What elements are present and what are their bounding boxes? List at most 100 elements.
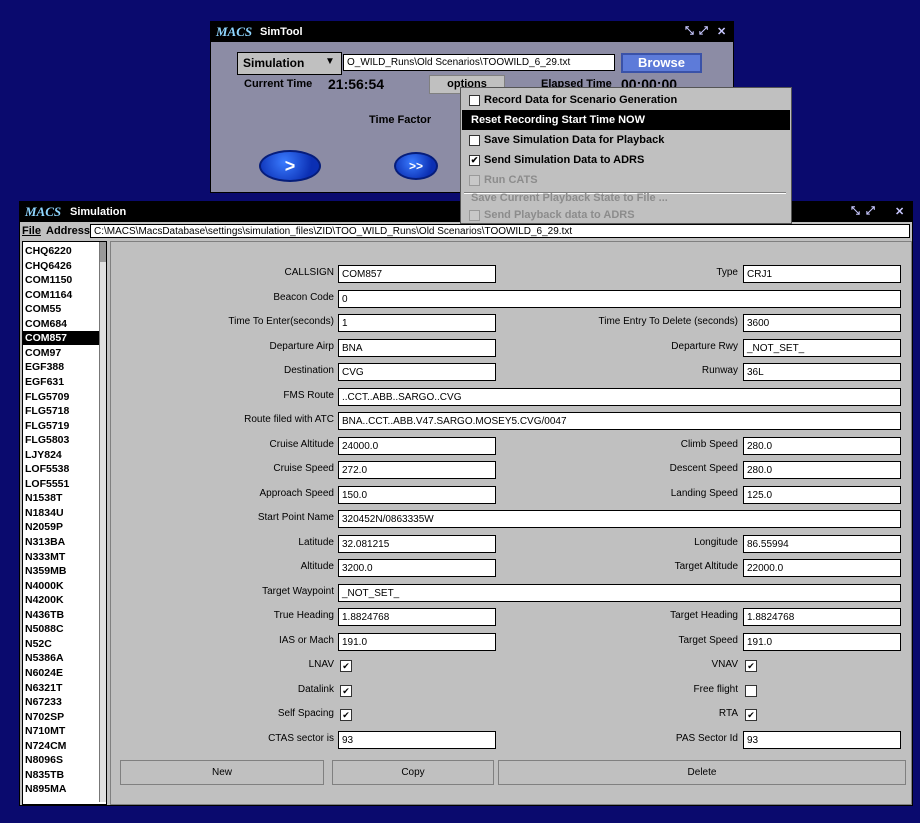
approach-speed-label: Approach Speed <box>259 487 334 499</box>
ctas-sector-field[interactable]: 93 <box>338 730 496 749</box>
self-spacing-checkbox[interactable]: ✔ <box>340 709 352 721</box>
start-point-field[interactable]: 320452N/0863335W <box>338 510 901 528</box>
list-item[interactable]: N436TB <box>23 608 99 622</box>
datalink-checkbox[interactable]: ✔ <box>340 684 352 697</box>
list-item[interactable]: FLG5718 <box>23 404 99 418</box>
descent-speed-field[interactable]: 280.0 <box>743 461 901 479</box>
latitude-field[interactable]: 32.081215 <box>338 534 496 553</box>
list-item[interactable]: N6321T <box>23 681 99 695</box>
list-item[interactable]: N724CM <box>23 739 99 753</box>
target-speed-field[interactable]: 191.0 <box>743 632 901 651</box>
beacon-field[interactable]: 0 <box>338 289 901 308</box>
type-field[interactable]: CRJ1 <box>743 265 901 283</box>
target-heading-field[interactable]: 1.8824768 <box>743 608 901 626</box>
cruise-alt-field[interactable]: 24000.0 <box>338 436 496 455</box>
list-item[interactable]: EGF631 <box>23 375 99 389</box>
maximize-icon[interactable]: ⤢ <box>699 25 708 38</box>
delete-button[interactable]: Delete <box>498 760 906 785</box>
list-item[interactable]: N5386A <box>23 651 99 665</box>
dep-rwy-field[interactable]: _NOT_SET_ <box>743 338 901 357</box>
list-item[interactable]: COM55 <box>23 302 99 316</box>
list-item[interactable]: LJY824 <box>23 448 99 462</box>
destination-field[interactable]: CVG <box>338 363 496 381</box>
list-item[interactable]: EGF388 <box>23 360 99 374</box>
ias-mach-field[interactable]: 191.0 <box>338 632 496 651</box>
fms-route-field[interactable]: ..CCT..ABB..SARGO..CVG <box>338 387 901 406</box>
altitude-field[interactable]: 3200.0 <box>338 559 496 577</box>
list-item[interactable]: N1834U <box>23 506 99 520</box>
longitude-label: Longitude <box>694 536 738 548</box>
list-item[interactable]: COM684 <box>23 317 99 331</box>
fast-forward-button[interactable]: >> <box>394 152 438 180</box>
climb-speed-field[interactable]: 280.0 <box>743 436 901 455</box>
vnav-checkbox[interactable]: ✔ <box>745 660 757 672</box>
list-item[interactable]: COM97 <box>23 346 99 360</box>
menu-item-reset-recording[interactable]: Reset Recording Start Time NOW <box>462 110 790 130</box>
list-item[interactable]: N2059P <box>23 520 99 534</box>
list-item[interactable]: COM1150 <box>23 273 99 287</box>
list-item[interactable]: N313BA <box>23 535 99 549</box>
time-delete-field[interactable]: 3600 <box>743 314 901 332</box>
list-item[interactable]: N895MA <box>23 782 99 796</box>
list-item[interactable]: N1538T <box>23 491 99 505</box>
mode-select[interactable]: Simulation ▼ <box>237 52 342 75</box>
rta-checkbox[interactable]: ✔ <box>745 709 757 721</box>
list-item[interactable]: N5088C <box>23 622 99 636</box>
landing-speed-field[interactable]: 125.0 <box>743 485 901 504</box>
browse-button[interactable]: Browse <box>621 53 702 73</box>
pas-sector-field[interactable]: 93 <box>743 730 901 749</box>
cruise-speed-field[interactable]: 272.0 <box>338 461 496 479</box>
menu-item-save-playback[interactable]: Save Simulation Data for Playback <box>462 130 790 150</box>
minimize-icon[interactable]: ⤡ <box>851 205 860 218</box>
list-item[interactable]: N6024E <box>23 666 99 680</box>
play-button[interactable]: > <box>259 150 321 182</box>
free-flight-checkbox[interactable] <box>745 684 757 697</box>
longitude-field[interactable]: 86.55994 <box>743 534 901 553</box>
list-item[interactable]: CHQ6220 <box>23 244 99 258</box>
list-item[interactable]: COM1164 <box>23 288 99 302</box>
minimize-icon[interactable]: ⤡ <box>685 25 694 38</box>
list-item[interactable]: N67233 <box>23 695 99 709</box>
scenario-file-field[interactable]: O_WILD_Runs\Old Scenarios\TOOWILD_6_29.t… <box>343 54 615 71</box>
list-item[interactable]: LOF5551 <box>23 477 99 491</box>
list-item[interactable]: N52C <box>23 637 99 651</box>
menu-item-send-adrs[interactable]: ✔ Send Simulation Data to ADRS <box>462 150 790 170</box>
target-alt-field[interactable]: 22000.0 <box>743 559 901 577</box>
copy-button[interactable]: Copy <box>332 760 494 785</box>
approach-speed-field[interactable]: 150.0 <box>338 485 496 504</box>
list-item[interactable]: N8096S <box>23 753 99 767</box>
list-item[interactable]: FLG5719 <box>23 419 99 433</box>
runway-field[interactable]: 36L <box>743 363 901 381</box>
route-atc-field[interactable]: BNA..CCT..ABB.V47.SARGO.MOSEY5.CVG/0047 <box>338 412 901 430</box>
time-enter-field[interactable]: 1 <box>338 314 496 332</box>
menu-item-record-data[interactable]: Record Data for Scenario Generation <box>462 90 790 110</box>
list-item[interactable]: COM857 <box>23 331 99 346</box>
list-item[interactable]: N835TB <box>23 768 99 782</box>
list-item[interactable]: N710MT <box>23 724 99 738</box>
maximize-icon[interactable]: ⤢ <box>866 205 875 218</box>
target-wp-field[interactable]: _NOT_SET_ <box>338 583 901 602</box>
new-button[interactable]: New <box>120 760 324 785</box>
true-heading-field[interactable]: 1.8824768 <box>338 608 496 626</box>
list-scrollbar[interactable] <box>99 242 106 802</box>
callsign-field[interactable]: COM857 <box>338 265 496 283</box>
list-item[interactable]: N4000K <box>23 579 99 593</box>
address-field[interactable]: C:\MACS\MacsDatabase\settings\simulation… <box>90 224 910 238</box>
list-item[interactable]: LOF5538 <box>23 462 99 476</box>
list-item[interactable]: CHQ6426 <box>23 259 99 273</box>
dep-airp-field[interactable]: BNA <box>338 338 496 357</box>
file-menu[interactable]: File <box>22 225 41 237</box>
list-item[interactable]: N333MT <box>23 550 99 564</box>
list-item[interactable]: FLG5709 <box>23 390 99 404</box>
lnav-checkbox[interactable]: ✔ <box>340 660 352 672</box>
list-item[interactable]: FLG5803 <box>23 433 99 447</box>
free-flight-label: Free flight <box>693 683 738 695</box>
close-icon[interactable]: ✕ <box>895 205 904 218</box>
simtool-titlebar[interactable]: MACS SimTool ⤡ ⤢ ✕ <box>211 22 733 42</box>
list-item[interactable]: N359MB <box>23 564 99 578</box>
list-item[interactable]: N4200K <box>23 593 99 607</box>
close-icon[interactable]: ✕ <box>717 25 726 38</box>
list-item[interactable]: N702SP <box>23 710 99 724</box>
altitude-label: Altitude <box>300 561 334 572</box>
scrollbar-thumb[interactable] <box>100 242 106 262</box>
